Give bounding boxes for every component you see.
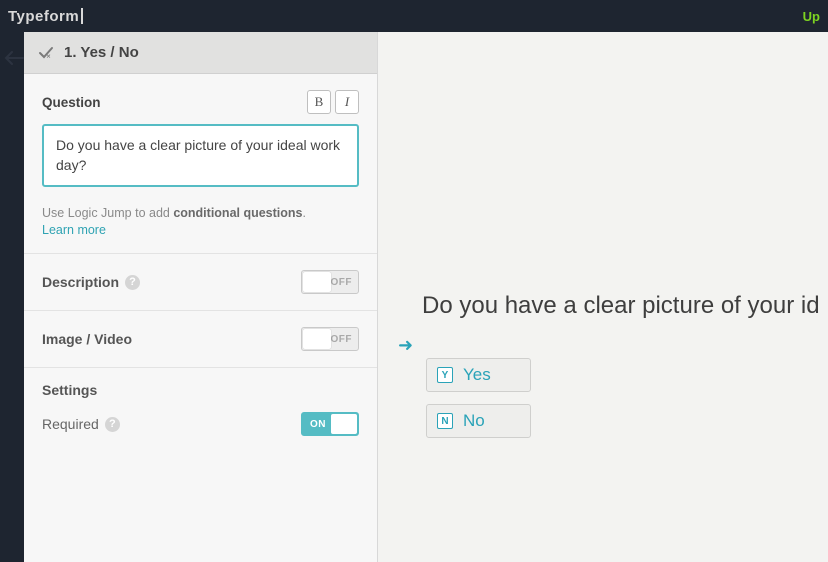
- settings-label: Settings: [42, 382, 359, 398]
- question-label: Question: [42, 95, 101, 110]
- format-group: B I: [307, 90, 359, 114]
- hint-prefix: Use Logic Jump to add: [42, 206, 173, 220]
- description-toggle[interactable]: OFF: [301, 270, 359, 294]
- workspace: 1. Yes / No Question B I Use Logic Jump …: [24, 32, 828, 562]
- question-input[interactable]: [42, 124, 359, 187]
- hint-bold: conditional questions: [173, 206, 302, 220]
- back-arrow-icon[interactable]: [4, 48, 24, 71]
- required-label-text: Required: [42, 416, 99, 432]
- required-row: Required ? ON: [42, 412, 359, 436]
- answer-list: Y Yes N No: [426, 358, 828, 438]
- required-label: Required ?: [42, 416, 120, 432]
- toggle-off-label: OFF: [331, 334, 359, 345]
- question-section: Question B I Use Logic Jump to add condi…: [24, 74, 377, 254]
- answer-yes[interactable]: Y Yes: [426, 358, 531, 392]
- keycap-y: Y: [437, 367, 453, 383]
- upgrade-link[interactable]: Up: [803, 9, 820, 24]
- italic-button[interactable]: I: [335, 90, 359, 114]
- keycap-n: N: [437, 413, 453, 429]
- editor-title: 1. Yes / No: [64, 44, 139, 61]
- arrow-right-icon: ➜: [398, 335, 413, 356]
- help-icon[interactable]: ?: [105, 417, 120, 432]
- required-toggle[interactable]: ON: [301, 412, 359, 436]
- yesno-icon: [38, 45, 54, 61]
- toggle-on-label: ON: [302, 419, 326, 430]
- answer-no[interactable]: N No: [426, 404, 531, 438]
- description-row: Description ? OFF: [24, 254, 377, 311]
- imagevideo-label: Image / Video: [42, 331, 132, 347]
- editor-header: 1. Yes / No: [24, 32, 377, 74]
- imagevideo-toggle[interactable]: OFF: [301, 327, 359, 351]
- brand-logo: Typeform: [8, 8, 79, 25]
- toggle-off-label: OFF: [331, 277, 359, 288]
- settings-section: Settings Required ? ON: [24, 368, 377, 454]
- imagevideo-row: Image / Video OFF: [24, 311, 377, 368]
- description-label-text: Description: [42, 274, 119, 290]
- logic-hint: Use Logic Jump to add conditional questi…: [42, 206, 359, 220]
- answer-yes-label: Yes: [463, 365, 491, 385]
- preview-panel: ➜ Do you have a clear picture of your id…: [378, 32, 828, 562]
- help-icon[interactable]: ?: [125, 275, 140, 290]
- answer-no-label: No: [463, 411, 485, 431]
- preview-question: Do you have a clear picture of your id: [422, 292, 828, 320]
- description-label: Description ?: [42, 274, 140, 290]
- bold-button[interactable]: B: [307, 90, 331, 114]
- brand-cursor: [81, 8, 83, 24]
- editor-panel: 1. Yes / No Question B I Use Logic Jump …: [24, 32, 378, 562]
- top-bar: Typeform Up: [0, 0, 828, 32]
- learn-more-link[interactable]: Learn more: [42, 223, 359, 237]
- hint-suffix: .: [303, 206, 306, 220]
